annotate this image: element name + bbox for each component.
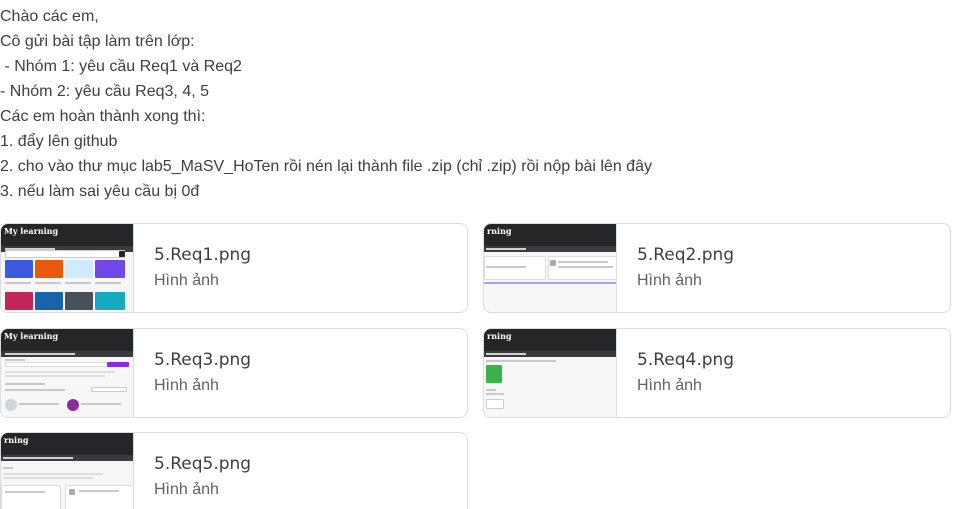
attachment-thumbnail: rning bbox=[1, 433, 134, 509]
attachment-thumbnail: My learning bbox=[1, 224, 134, 312]
attachment-name: 5.Req2.png bbox=[637, 245, 735, 265]
message-line: Cô gửi bài tập làm trên lớp: bbox=[0, 33, 195, 50]
message-line: 2. cho vào thư mục lab5_MaSV_HoTen rồi n… bbox=[0, 158, 652, 175]
message-body: Chào các em, Cô gửi bài tập làm trên lớp… bbox=[0, 4, 960, 204]
message-line: Các em hoàn thành xong thì: bbox=[0, 108, 206, 125]
attachment-thumbnail: My learning bbox=[1, 329, 134, 417]
attachment-card-req1[interactable]: My learning 5.Req1.png Hình ảnh bbox=[0, 223, 468, 313]
attachment-card-req4[interactable]: rning 5.Req4.png Hình ảnh bbox=[483, 328, 951, 418]
attachment-card-req3[interactable]: My learning 5.Req3.png Hình ảnh bbox=[0, 328, 468, 418]
attachment-info: 5.Req4.png Hình ảnh bbox=[617, 329, 734, 417]
thumbnail-logo: rning bbox=[487, 226, 512, 236]
message-line: Chào các em, bbox=[0, 8, 99, 25]
attachment-type: Hình ảnh bbox=[154, 377, 219, 394]
message-line: - Nhóm 1: yêu cầu Req1 và Req2 bbox=[0, 58, 242, 75]
message-line: - Nhóm 2: yêu cầu Req3, 4, 5 bbox=[0, 83, 209, 100]
attachment-name: 5.Req1.png bbox=[154, 245, 252, 265]
attachment-card-req2[interactable]: rning 5.Req2.png Hình ảnh bbox=[483, 223, 951, 313]
thumbnail-logo: My learning bbox=[4, 226, 59, 236]
attachment-card-req5[interactable]: rning 5.Req5.png Hình ảnh bbox=[0, 432, 468, 509]
thumbnail-logo: My learning bbox=[4, 331, 59, 341]
thumbnail-logo: rning bbox=[4, 435, 29, 445]
attachment-type: Hình ảnh bbox=[154, 481, 219, 498]
attachment-name: 5.Req5.png bbox=[154, 454, 252, 474]
thumbnail-logo: rning bbox=[487, 331, 512, 341]
attachment-thumbnail: rning bbox=[484, 329, 617, 417]
attachment-type: Hình ảnh bbox=[637, 377, 702, 394]
attachment-type: Hình ảnh bbox=[154, 272, 219, 289]
attachment-type: Hình ảnh bbox=[637, 272, 702, 289]
message-line: 1. đẩy lên github bbox=[0, 133, 118, 150]
attachment-info: 5.Req5.png Hình ảnh bbox=[134, 433, 251, 509]
attachment-info: 5.Req3.png Hình ảnh bbox=[134, 329, 251, 417]
message-line: 3. nếu làm sai yêu cầu bị 0đ bbox=[0, 183, 200, 200]
attachment-info: 5.Req1.png Hình ảnh bbox=[134, 224, 251, 312]
attachment-info: 5.Req2.png Hình ảnh bbox=[617, 224, 734, 312]
attachment-name: 5.Req4.png bbox=[637, 350, 735, 370]
attachment-name: 5.Req3.png bbox=[154, 350, 252, 370]
attachment-thumbnail: rning bbox=[484, 224, 617, 312]
